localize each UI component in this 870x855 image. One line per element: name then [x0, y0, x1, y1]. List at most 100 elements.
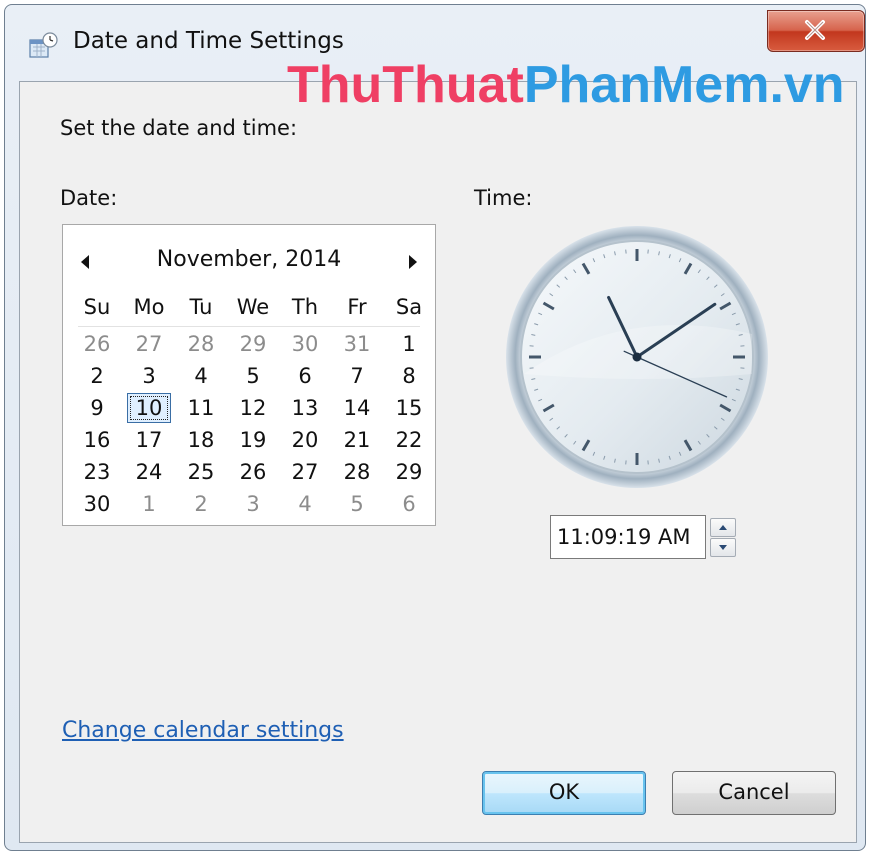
weekday-header: Fr: [347, 295, 367, 319]
day-number: 24: [135, 460, 163, 484]
calendar-clock-icon: [29, 32, 58, 58]
time-up-button[interactable]: [710, 518, 736, 537]
change-calendar-settings-link[interactable]: Change calendar settings: [62, 718, 344, 743]
day-number: 4: [194, 364, 208, 388]
day-cell[interactable]: 14: [331, 393, 383, 423]
day-number: 4: [298, 492, 312, 516]
day-cell[interactable]: 8: [383, 361, 435, 391]
weekday-header: Mo: [133, 295, 165, 319]
day-cell[interactable]: 19: [227, 425, 279, 455]
weekday-header: Su: [83, 295, 111, 319]
day-cell[interactable]: 25: [175, 457, 227, 487]
day-number: 15: [395, 396, 423, 420]
day-number: 3: [142, 364, 156, 388]
month-calendar[interactable]: November, 2014 Su Mo Tu We Th Fr Sa 26 27 28 29 30…: [62, 224, 436, 526]
day-cell[interactable]: 26: [71, 329, 123, 359]
day-cell[interactable]: 1: [123, 489, 175, 519]
day-cell[interactable]: 6: [279, 361, 331, 391]
close-icon: [805, 20, 825, 40]
cancel-button[interactable]: Cancel: [672, 771, 836, 815]
day-cell[interactable]: 3: [227, 489, 279, 519]
dialog-client-area: Set the date and time: Date: Time: Novem…: [19, 81, 857, 843]
day-number: 16: [83, 428, 111, 452]
day-cell[interactable]: 13: [279, 393, 331, 423]
day-cell[interactable]: 12: [227, 393, 279, 423]
watermark-part-1: ThuThuat: [287, 56, 524, 114]
close-button[interactable]: [767, 10, 865, 52]
day-number: 28: [343, 460, 371, 484]
day-cell[interactable]: 30: [71, 489, 123, 519]
day-cell[interactable]: 1: [383, 329, 435, 359]
up-arrow-icon: [719, 525, 727, 530]
day-cell[interactable]: 21: [331, 425, 383, 455]
day-cell[interactable]: 30: [279, 329, 331, 359]
time-label: Time:: [474, 186, 533, 210]
time-down-button[interactable]: [710, 538, 736, 557]
day-number: 26: [83, 332, 111, 356]
day-cell[interactable]: 15: [383, 393, 435, 423]
day-cell[interactable]: 9: [71, 393, 123, 423]
clock-center: [632, 352, 642, 362]
day-cell[interactable]: 4: [175, 361, 227, 391]
day-cell[interactable]: 7: [331, 361, 383, 391]
day-number: 6: [298, 364, 312, 388]
day-cell[interactable]: 2: [175, 489, 227, 519]
day-number: 27: [135, 332, 163, 356]
next-month-icon[interactable]: [409, 255, 417, 269]
day-cell[interactable]: 20: [279, 425, 331, 455]
day-number: 14: [343, 396, 371, 420]
day-number: 31: [343, 332, 371, 356]
analog-clock: [506, 226, 768, 488]
day-cell[interactable]: 2: [71, 361, 123, 391]
day-cell[interactable]: 27: [123, 329, 175, 359]
day-number: 5: [350, 492, 364, 516]
day-number: 1: [142, 492, 156, 516]
day-number: 28: [187, 332, 215, 356]
day-number: 22: [395, 428, 423, 452]
day-number: 5: [246, 364, 260, 388]
day-cell[interactable]: 18: [175, 425, 227, 455]
day-number: 12: [239, 396, 267, 420]
day-cell[interactable]: 24: [123, 457, 175, 487]
weekday-header: Sa: [395, 295, 423, 319]
day-cell[interactable]: 17: [123, 425, 175, 455]
watermark-part-2: PhanMem: [523, 56, 770, 114]
day-number: 2: [194, 492, 208, 516]
day-number: 13: [291, 396, 319, 420]
day-number: 20: [291, 428, 319, 452]
day-cell[interactable]: 5: [227, 361, 279, 391]
ok-button[interactable]: OK: [482, 771, 646, 815]
day-number: 30: [83, 492, 111, 516]
day-number: 7: [350, 364, 364, 388]
day-cell[interactable]: 31: [331, 329, 383, 359]
day-number: 1: [402, 332, 416, 356]
day-cell[interactable]: 29: [383, 457, 435, 487]
day-number: 2: [90, 364, 104, 388]
day-cell[interactable]: 27: [279, 457, 331, 487]
day-number: 10: [127, 393, 171, 423]
day-cell[interactable]: 29: [227, 329, 279, 359]
day-number: 9: [90, 396, 104, 420]
day-cell[interactable]: 3: [123, 361, 175, 391]
time-spinner[interactable]: [710, 518, 736, 557]
day-cell[interactable]: 26: [227, 457, 279, 487]
day-cell[interactable]: 28: [175, 329, 227, 359]
day-cell[interactable]: 4: [279, 489, 331, 519]
day-cell[interactable]: 5: [331, 489, 383, 519]
day-cell[interactable]: 22: [383, 425, 435, 455]
time-input[interactable]: 11:09:19 AM: [550, 515, 706, 559]
dialog-window: Date and Time Settings Set the date and …: [4, 4, 866, 851]
watermark: ThuThuatPhanMem.vn: [287, 55, 845, 115]
day-cell[interactable]: 28: [331, 457, 383, 487]
day-number: 8: [402, 364, 416, 388]
day-cell[interactable]: 16: [71, 425, 123, 455]
day-number: 27: [291, 460, 319, 484]
day-cell[interactable]: 23: [71, 457, 123, 487]
day-cell[interactable]: 11: [175, 393, 227, 423]
selected-day-cell[interactable]: 10: [123, 393, 175, 423]
month-title[interactable]: November, 2014: [63, 247, 435, 272]
day-number: 17: [135, 428, 163, 452]
day-cell[interactable]: 6: [383, 489, 435, 519]
weekday-header: We: [236, 295, 270, 319]
day-number: 23: [83, 460, 111, 484]
